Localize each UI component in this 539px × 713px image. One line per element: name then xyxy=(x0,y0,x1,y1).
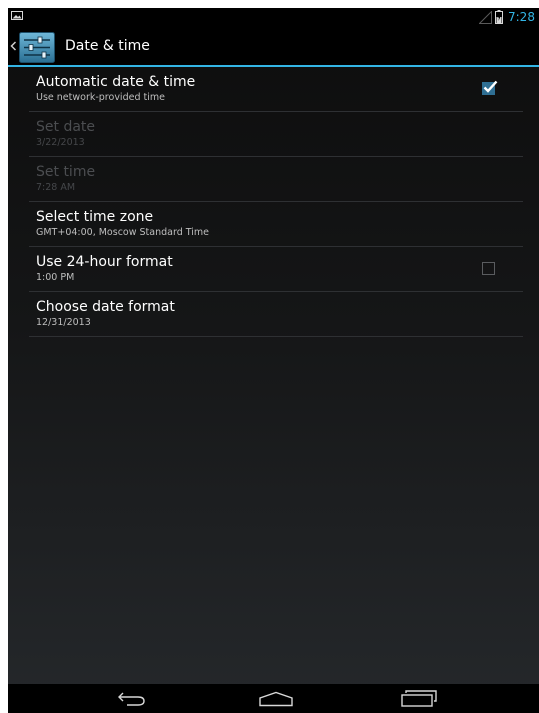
up-button[interactable]: Date & time xyxy=(8,27,153,65)
pref-summary: 12/31/2013 xyxy=(36,317,91,328)
recent-apps-icon xyxy=(401,690,437,707)
pref-automatic-date-time[interactable]: Automatic date & time Use network-provid… xyxy=(29,67,523,112)
settings-list: Automatic date & time Use network-provid… xyxy=(29,67,523,337)
pref-summary: GMT+04:00, Moscow Standard Time xyxy=(36,227,210,238)
use-24-hour-format-checkbox[interactable] xyxy=(482,262,495,275)
pref-title: Select time zone xyxy=(36,209,154,225)
signal-icon xyxy=(479,11,492,24)
image-notification-icon xyxy=(11,11,23,20)
pref-set-date: Set date 3/22/2013 xyxy=(29,112,523,157)
nav-recents-button[interactable] xyxy=(390,684,450,713)
pref-title: Use 24-hour format xyxy=(36,254,173,270)
nav-home-button[interactable] xyxy=(246,684,306,713)
action-bar: Date & time xyxy=(8,27,539,67)
checkmark-icon xyxy=(483,80,498,93)
page-title: Date & time xyxy=(65,38,150,54)
navigation-bar xyxy=(8,684,539,713)
back-chevron-icon xyxy=(10,41,17,51)
pref-title: Set time xyxy=(36,164,96,180)
automatic-date-time-checkbox[interactable] xyxy=(482,80,498,95)
pref-choose-date-format[interactable]: Choose date format 12/31/2013 xyxy=(29,292,523,337)
pref-title: Automatic date & time xyxy=(36,74,196,90)
nav-back-button[interactable] xyxy=(103,684,163,713)
back-arrow-icon xyxy=(118,692,145,706)
settings-sliders-icon xyxy=(19,32,55,63)
pref-summary: 3/22/2013 xyxy=(36,137,85,148)
status-clock: 7:28 xyxy=(508,10,535,24)
battery-icon xyxy=(495,10,503,24)
status-bar: 7:28 xyxy=(8,8,539,27)
home-icon xyxy=(259,691,293,707)
pref-summary: Use network-provided time xyxy=(36,92,165,103)
pref-select-time-zone[interactable]: Select time zone GMT+04:00, Moscow Stand… xyxy=(29,202,523,247)
pref-title: Choose date format xyxy=(36,299,175,315)
pref-summary: 7:28 AM xyxy=(36,182,76,193)
device-screen: 7:28 Date & time Automatic date & time U… xyxy=(8,8,539,713)
pref-set-time: Set time 7:28 AM xyxy=(29,157,523,202)
pref-title: Set date xyxy=(36,119,96,135)
pref-summary: 1:00 PM xyxy=(36,272,75,283)
pref-use-24-hour-format[interactable]: Use 24-hour format 1:00 PM xyxy=(29,247,523,292)
